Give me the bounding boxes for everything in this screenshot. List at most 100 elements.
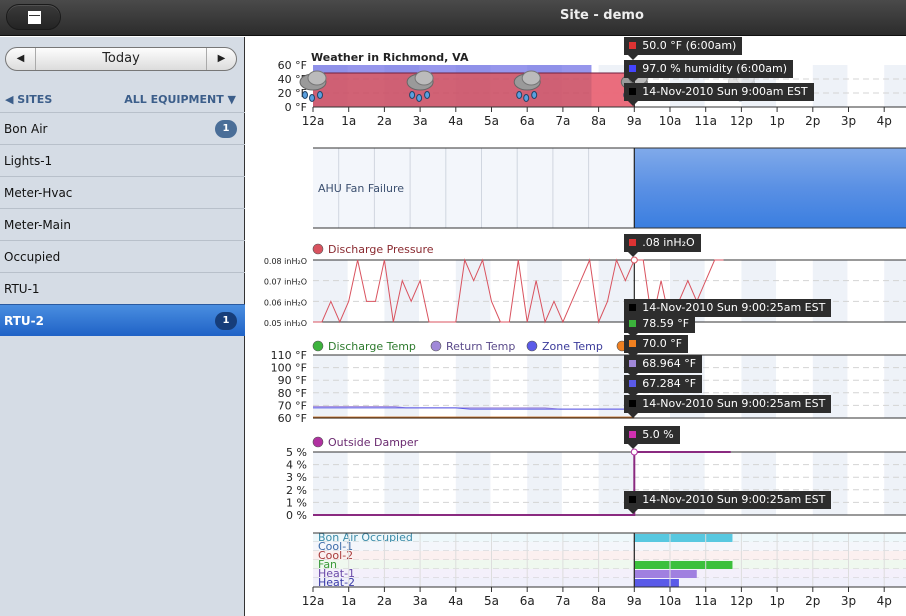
hour-band <box>313 260 348 322</box>
x-tick-label: 6a <box>520 594 535 608</box>
pressure-y-tick: 0.06 inH₂O <box>264 298 307 307</box>
state-bar-heat-2 <box>634 579 679 587</box>
sidebar-item-label: Meter-Hvac <box>4 186 73 200</box>
temp-legend-dot <box>312 340 324 352</box>
pressure-y-tick: 0.05 inH₂O <box>264 319 307 328</box>
raindrop <box>523 94 530 102</box>
x-tick-label: 11a <box>694 594 717 608</box>
tooltip-swatch <box>629 239 637 246</box>
hour-band <box>812 65 848 107</box>
damper-y-tick: 0 % <box>286 509 307 522</box>
hour-band <box>527 260 562 322</box>
zone-temp-tooltip: 67.284 °F <box>624 375 703 398</box>
x-tick-label: 12p <box>730 114 753 128</box>
weather-humidity-tooltip: 97.0 % humidity (6:00am) <box>624 60 794 83</box>
x-tick-label: 1p <box>769 594 784 608</box>
state-bar-fan <box>634 561 733 569</box>
sidebar-item-label: RTU-1 <box>4 282 40 296</box>
tooltip-text: 97.0 % humidity (6:00am) <box>642 62 788 75</box>
hour-band <box>884 65 906 107</box>
tooltip-text: 50.0 °F (6:00am) <box>642 39 737 52</box>
x-tick-label: 9a <box>627 594 642 608</box>
x-tick-label: 12p <box>730 594 753 608</box>
sidebar-item-label: Meter-Main <box>4 218 71 232</box>
x-tick-label: 4a <box>448 114 463 128</box>
temp-time-tooltip: 14-Nov-2010 Sun 9:00:25am EST <box>624 395 832 418</box>
raindrop <box>424 91 431 99</box>
back-to-sites-link[interactable]: ◀ SITES <box>5 93 52 106</box>
raindrop <box>309 94 315 102</box>
hour-band <box>384 260 420 322</box>
hour-band <box>527 452 562 515</box>
date-label[interactable]: Today <box>37 48 205 70</box>
discharge-temp-tooltip: 78.59 °F <box>624 315 696 338</box>
state-row-bg <box>313 560 906 569</box>
hour-band <box>384 452 420 515</box>
sidebar-item-meter-main[interactable]: Meter-Main <box>0 208 245 240</box>
raindrop <box>531 91 538 99</box>
damper-value-tooltip: 5.0 % <box>624 426 680 449</box>
temp-y-tick: 80 °F <box>278 387 307 400</box>
damper-y-tick: 4 % <box>286 459 307 472</box>
pressure-y-tick: 0.07 inH₂O <box>264 278 307 287</box>
raindrop <box>317 91 323 99</box>
hour-band <box>313 355 348 418</box>
x-tick-label: 12a <box>302 114 325 128</box>
damper-y-tick: 3 % <box>286 471 307 484</box>
tooltip-swatch <box>629 42 637 49</box>
alert-count-badge: 1 <box>215 120 237 138</box>
date-navigator: ◀ Today ▶ <box>5 47 237 71</box>
x-tick-label: 4p <box>877 114 892 128</box>
charts-canvas: Weather in Richmond, VA60 °F40 °F20 °F0 … <box>264 51 906 608</box>
tooltip-swatch <box>629 431 637 438</box>
cursor-point <box>630 256 638 264</box>
discharge-pressure-legend-dot <box>312 243 324 255</box>
equipment-filter-dropdown[interactable]: ALL EQUIPMENT ▼ <box>124 93 236 106</box>
prev-day-button[interactable]: ◀ <box>6 48 36 70</box>
temp-y-tick: 70 °F <box>278 399 307 412</box>
sidebar-item-label: RTU-2 <box>4 314 44 328</box>
sidebar-item-occupied[interactable]: Occupied <box>0 240 245 272</box>
temp-y-tick: 100 °F <box>271 362 307 375</box>
weather-time-tooltip: 14-Nov-2010 Sun 9:00am EST <box>624 83 814 106</box>
raindrop <box>516 91 523 99</box>
chevron-left-icon: ◀ <box>16 53 25 64</box>
temp-y-tick: 110 °F <box>271 349 307 362</box>
sidebar-item-lights-1[interactable]: Lights-1 <box>0 144 245 176</box>
outside-damper-title: Outside Damper <box>328 436 419 449</box>
pressure-y-tick: 0.08 inH₂O <box>264 257 307 266</box>
sidebar-header: ◀ SITES ALL EQUIPMENT ▼ <box>0 89 245 111</box>
x-tick-label: 7a <box>555 114 570 128</box>
next-day-button[interactable]: ▶ <box>206 48 236 70</box>
tooltip-swatch <box>629 320 637 327</box>
x-tick-label: 1a <box>341 594 356 608</box>
temperature-area <box>313 73 635 107</box>
x-tick-label: 10a <box>659 594 682 608</box>
hour-band <box>884 260 906 322</box>
sidebar-item-bon air[interactable]: Bon Air 1 <box>0 112 245 144</box>
equipment-list: Bon Air 1 Lights-1 Meter-Hvac Meter-Main Occu… <box>0 112 245 336</box>
x-tick-label: 5a <box>484 114 499 128</box>
tooltip-text: 14-Nov-2010 Sun 9:00:25am EST <box>642 493 826 506</box>
sidebar-item-meter-hvac[interactable]: Meter-Hvac <box>0 176 245 208</box>
damper-y-tick: 2 % <box>286 484 307 497</box>
x-tick-label: 8a <box>591 594 606 608</box>
tooltip-swatch <box>629 496 637 503</box>
tooltip-text: 5.0 % <box>642 428 674 441</box>
weather-temp-tooltip: 50.0 °F (6:00am) <box>624 37 743 60</box>
weather-y-tick: 0 °F <box>285 101 307 114</box>
x-tick-label: 11a <box>694 114 717 128</box>
title-bar: Site - demo <box>0 0 906 36</box>
fan-failure-event-bar <box>634 148 906 228</box>
sidebar-toggle-button[interactable] <box>6 4 61 30</box>
window-title: Site - demo <box>560 8 644 23</box>
tooltip-swatch <box>629 65 637 72</box>
x-tick-label: 2p <box>805 114 820 128</box>
return-temp-tooltip: 68.964 °F <box>624 355 703 378</box>
sidebar-item-rtu-2[interactable]: RTU-2 1 <box>0 304 245 336</box>
x-tick-label: 8a <box>591 114 606 128</box>
tooltip-text: .08 inH₂O <box>642 236 695 249</box>
sidebar-item-rtu-1[interactable]: RTU-1 <box>0 272 245 304</box>
x-tick-label: 12a <box>302 594 325 608</box>
tooltip-swatch <box>629 88 637 95</box>
